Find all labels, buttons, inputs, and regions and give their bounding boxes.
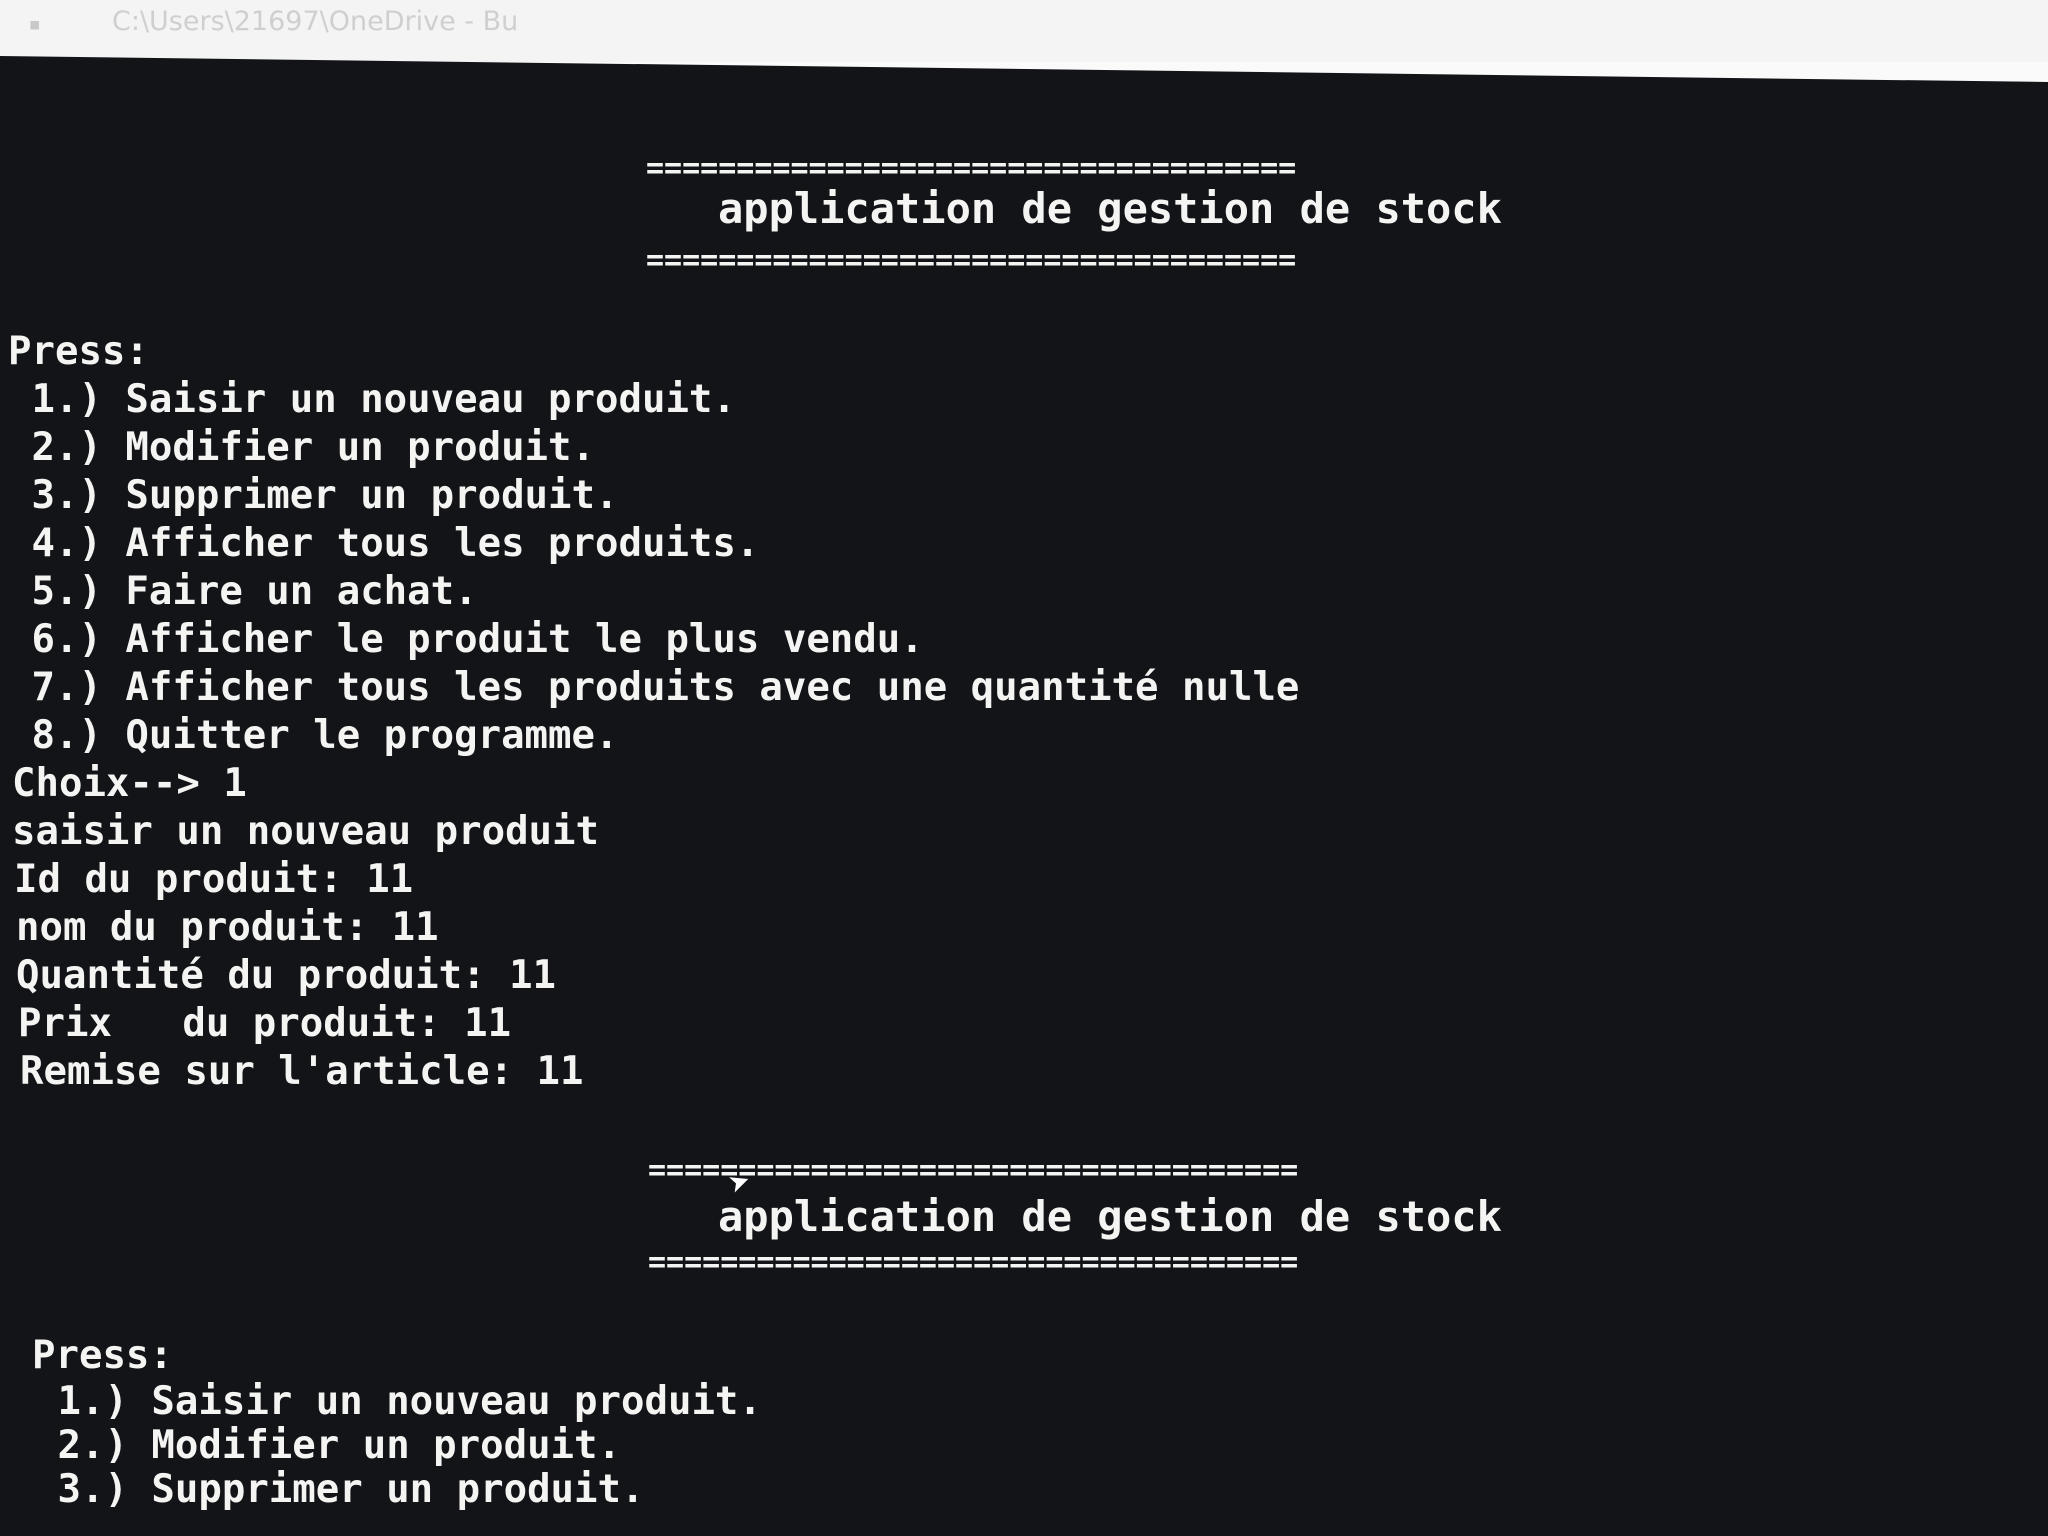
menu-item: 2.) Modifier un produit. [34, 1423, 621, 1468]
banner-title: application de gestion de stock [718, 184, 1502, 233]
menu-item: 1.) Saisir un nouveau produit. [8, 377, 736, 422]
menu-item: 5.) Faire un achat. [8, 569, 478, 614]
menu-item: 3.) Supprimer un produit. [34, 1467, 645, 1512]
banner-rule-bottom: ==================================== [648, 1248, 1299, 1278]
menu-prompt: Press: [32, 1333, 173, 1378]
banner-title: application de gestion de stock [718, 1192, 1502, 1241]
menu-item: 2.) Modifier un produit. [8, 425, 595, 470]
banner-rule-top: ==================================== [646, 154, 1297, 184]
console-output[interactable]: ==================================== app… [0, 56, 2048, 1536]
window-title-path: C:\Users\21697\OneDrive - Bu [112, 6, 519, 37]
menu-item: 6.) Afficher le produit le plus vendu. [8, 617, 924, 662]
window-titlebar: ▪ C:\Users\21697\OneDrive - Bu [0, 0, 2048, 62]
menu-item: 4.) Afficher tous les produits. [8, 521, 760, 566]
field-line: Id du produit: 11 [14, 857, 414, 902]
banner-rule-top: ==================================== [648, 1156, 1299, 1186]
terminal-icon: ▪ [28, 12, 42, 37]
field-line: Quantité du produit: 11 [16, 953, 557, 998]
section-heading: saisir un nouveau produit [12, 809, 599, 854]
field-line: Remise sur l'article: 11 [20, 1049, 584, 1094]
menu-item: 7.) Afficher tous les produits avec une … [8, 665, 1300, 710]
menu-prompt: Press: [8, 329, 149, 374]
choice-input-line: Choix--> 1 [12, 761, 247, 806]
field-line: Prix du produit: 11 [18, 1001, 512, 1046]
banner-rule-bottom: ==================================== [646, 246, 1297, 276]
menu-item: 1.) Saisir un nouveau produit. [34, 1379, 762, 1424]
menu-item: 8.) Quitter le programme. [8, 713, 619, 758]
menu-item: 3.) Supprimer un produit. [8, 473, 619, 518]
field-line: nom du produit: 11 [16, 905, 439, 950]
